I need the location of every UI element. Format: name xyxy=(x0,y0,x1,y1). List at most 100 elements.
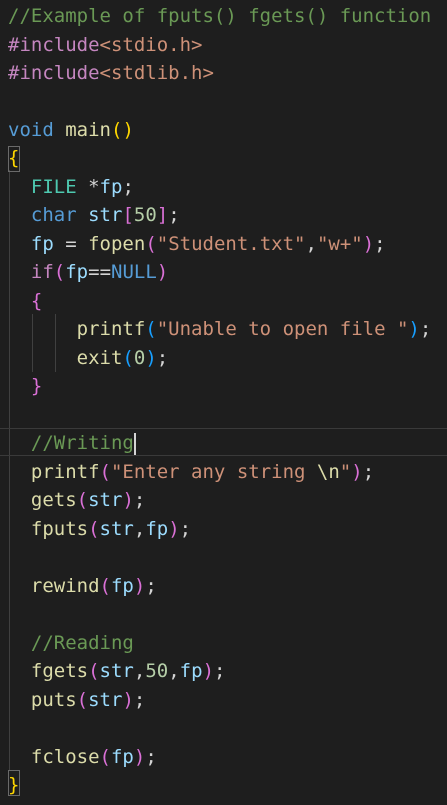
semicolon: ; xyxy=(156,347,169,369)
semicolon: ; xyxy=(214,660,226,682)
code-line-3: #include<stdlib.h> xyxy=(8,59,214,87)
string: "Enter any string xyxy=(110,461,317,483)
paren: ) xyxy=(122,689,134,711)
operator: * xyxy=(76,176,100,198)
code-line-15: } xyxy=(8,372,42,400)
semicolon: ; xyxy=(374,233,386,255)
semicolon: ; xyxy=(179,518,192,540)
code-line-1: //Example of fputs() fgets() function xyxy=(8,2,431,30)
paren: ( xyxy=(145,318,157,340)
code-line-18: printf("Enter any string \n"); xyxy=(8,458,374,486)
paren: ) xyxy=(133,746,146,768)
bracket: [ xyxy=(122,204,134,226)
code-line-17: //Writing xyxy=(8,429,136,457)
code-line-13: printf("Unable to open file "); xyxy=(8,315,432,343)
variable: str xyxy=(88,204,123,226)
variable: str xyxy=(99,660,134,682)
paren: ) xyxy=(408,318,420,340)
code-line-11: if(fp==NULL) xyxy=(8,258,168,286)
code-line-26: puts(str); xyxy=(8,686,145,714)
paren: ( xyxy=(110,119,123,141)
paren: ) xyxy=(362,233,375,255)
paren: ( xyxy=(88,660,100,682)
code-line-25: fgets(str,50,fp); xyxy=(8,657,226,685)
variable: str xyxy=(88,489,123,511)
keyword: if xyxy=(30,261,54,283)
paren: ( xyxy=(76,489,89,511)
string: " xyxy=(339,461,352,483)
paren: ) xyxy=(122,119,134,141)
paren: ( xyxy=(122,347,134,369)
brace-open: { xyxy=(30,290,43,312)
function-name: puts xyxy=(30,689,77,711)
function-name: rewind xyxy=(30,575,100,597)
paren: ( xyxy=(99,461,111,483)
comma: , xyxy=(305,233,317,255)
paren: ) xyxy=(168,518,180,540)
comma: , xyxy=(133,660,146,682)
code-line-20: fputs(str,fp); xyxy=(8,515,191,543)
keyword: void xyxy=(8,119,54,141)
code-line-6: { xyxy=(8,144,19,172)
semicolon: ; xyxy=(419,318,432,340)
code-line-29: } xyxy=(8,771,19,799)
function-name: exit xyxy=(76,347,123,369)
code-line-24: //Reading xyxy=(8,629,134,657)
variable: fp xyxy=(99,176,123,198)
code-line-19: gets(str); xyxy=(8,486,145,514)
code-line-12: { xyxy=(8,287,42,315)
operator: = xyxy=(53,233,89,255)
comment: //Writing xyxy=(30,432,134,454)
semicolon: ; xyxy=(122,176,134,198)
include-directive: #include xyxy=(8,62,100,84)
code-line-8: FILE *fp; xyxy=(8,173,134,201)
include-header: <stdio.h> xyxy=(99,34,203,56)
code-line-22: rewind(fp); xyxy=(8,572,157,600)
comma: , xyxy=(168,660,180,682)
variable: fp xyxy=(65,261,89,283)
semicolon: ; xyxy=(145,575,157,597)
variable: fp xyxy=(145,518,169,540)
type-name: FILE xyxy=(30,176,77,198)
semicolon: ; xyxy=(362,461,375,483)
semicolon: ; xyxy=(133,489,146,511)
function-name: fputs xyxy=(30,518,89,540)
variable: fp xyxy=(110,575,134,597)
string: "Student.txt" xyxy=(156,233,306,255)
string: "w+" xyxy=(316,233,363,255)
brace-open: { xyxy=(8,147,20,169)
paren: ( xyxy=(99,746,111,768)
variable: str xyxy=(88,689,123,711)
semicolon: ; xyxy=(133,689,146,711)
code-line-10: fp = fopen("Student.txt","w+"); xyxy=(8,230,386,258)
comment: //Example of fputs() fgets() function xyxy=(8,5,432,27)
comma: , xyxy=(133,518,146,540)
code-editor[interactable]: //Example of fputs() fgets() function #i… xyxy=(0,0,447,805)
paren: ( xyxy=(76,689,89,711)
number: 50 xyxy=(133,204,157,226)
paren: ( xyxy=(53,261,66,283)
include-header: <stdlib.h> xyxy=(99,62,214,84)
code-line-14: exit(0); xyxy=(8,344,169,372)
number: 0 xyxy=(133,347,146,369)
semicolon: ; xyxy=(145,746,157,768)
variable: fp xyxy=(30,233,54,255)
function-name: fclose xyxy=(30,746,100,768)
function-name: printf xyxy=(76,318,146,340)
paren: ) xyxy=(351,461,363,483)
variable: fp xyxy=(110,746,134,768)
brace-close: } xyxy=(30,375,43,397)
paren: ) xyxy=(156,261,169,283)
paren: ( xyxy=(99,575,111,597)
code-line-9: char str[50]; xyxy=(8,201,180,229)
code-line-2: #include<stdio.h> xyxy=(8,31,202,59)
paren: ) xyxy=(145,347,157,369)
function-name: fgets xyxy=(30,660,89,682)
function-name: printf xyxy=(30,461,100,483)
paren: ) xyxy=(202,660,215,682)
operator: == xyxy=(88,261,112,283)
include-directive: #include xyxy=(8,34,100,56)
code-line-5: void main() xyxy=(8,116,134,144)
function-name: gets xyxy=(30,489,77,511)
paren: ( xyxy=(145,233,157,255)
